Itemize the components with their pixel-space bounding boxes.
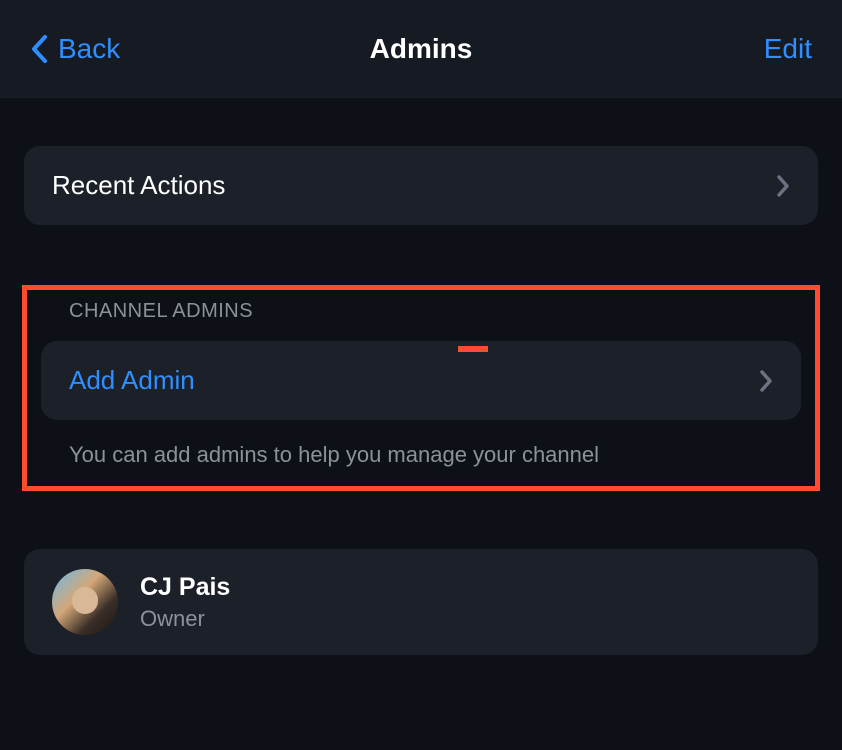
chevron-left-icon <box>30 34 48 64</box>
edit-button[interactable]: Edit <box>764 33 812 65</box>
recent-actions-row[interactable]: Recent Actions <box>24 146 818 225</box>
avatar <box>52 569 118 635</box>
navigation-header: Back Admins Edit <box>0 0 842 98</box>
chevron-right-icon <box>759 370 773 392</box>
admin-info: CJ Pais Owner <box>140 573 230 632</box>
channel-admins-footer: You can add admins to help you manage yo… <box>41 420 801 468</box>
back-button[interactable]: Back <box>30 33 120 65</box>
channel-admins-header: CHANNEL ADMINS <box>41 300 801 341</box>
admin-name: CJ Pais <box>140 573 230 602</box>
add-admin-label: Add Admin <box>69 365 195 396</box>
highlight-tick-annotation <box>458 346 488 352</box>
chevron-right-icon <box>776 175 790 197</box>
recent-actions-label: Recent Actions <box>52 170 225 201</box>
back-label: Back <box>58 33 120 65</box>
add-admin-row[interactable]: Add Admin <box>41 341 801 420</box>
channel-admins-section: CHANNEL ADMINS Add Admin You can add adm… <box>24 285 818 491</box>
admin-row[interactable]: CJ Pais Owner <box>24 549 818 655</box>
admin-list: CJ Pais Owner <box>24 549 818 655</box>
page-title: Admins <box>370 33 473 65</box>
content-area: Recent Actions CHANNEL ADMINS Add Admin … <box>0 98 842 655</box>
admin-role: Owner <box>140 606 230 632</box>
highlight-annotation: CHANNEL ADMINS Add Admin You can add adm… <box>22 285 820 491</box>
